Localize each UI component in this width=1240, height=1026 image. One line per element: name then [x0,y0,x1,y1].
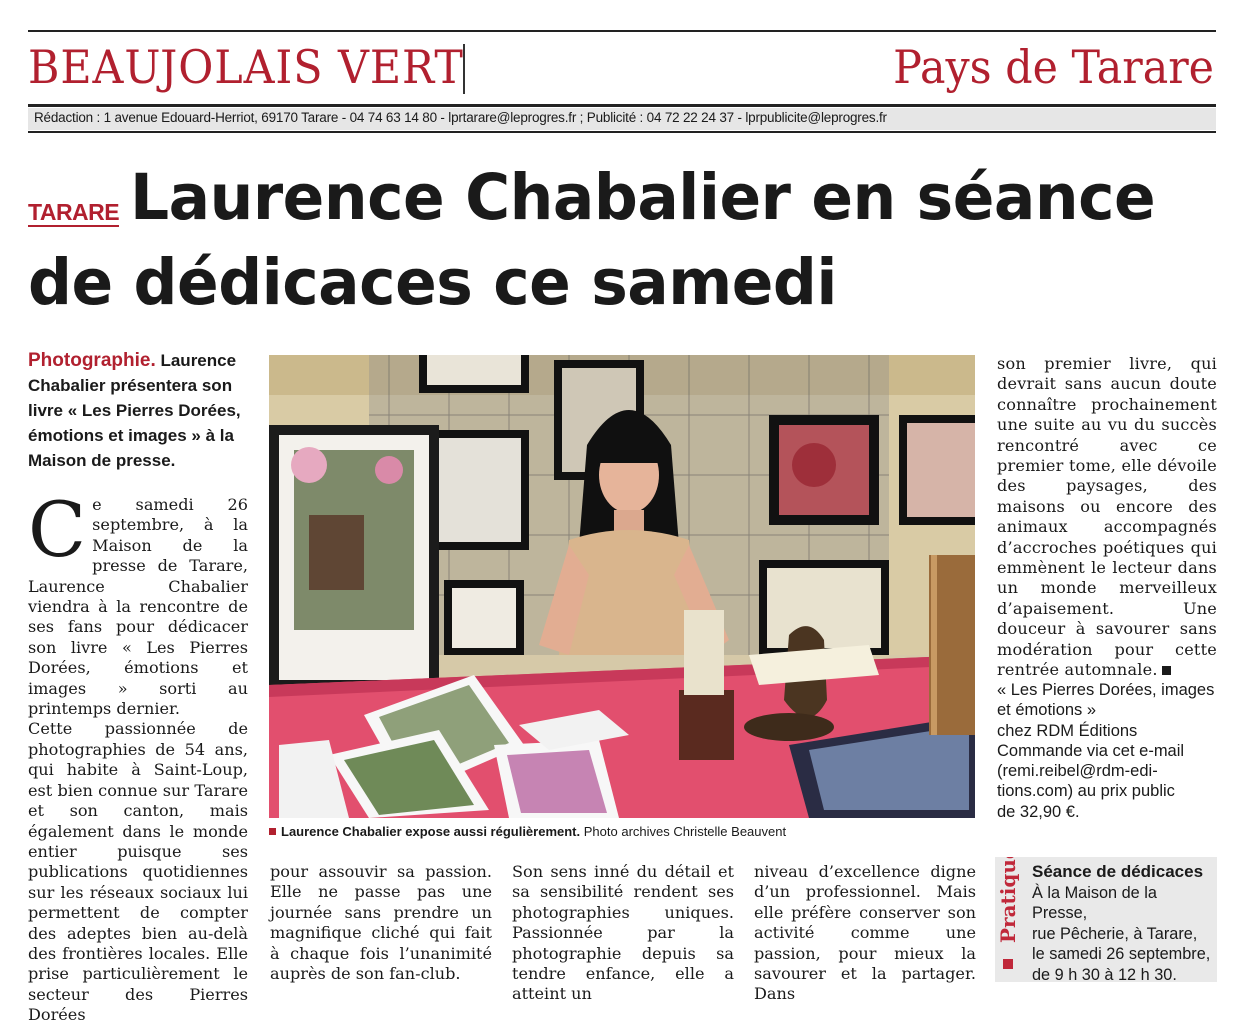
article-lead: Photographie. Laurence Chabalier présent… [28,348,243,473]
book-info-line: et émotions » [997,701,1097,720]
contact-rule [28,131,1216,133]
contact-line: Rédaction : 1 avenue Edouard-Herriot, 69… [34,110,887,125]
article-column-4: niveau d’excellence digne d’un professio… [754,862,976,1004]
practical-line: de 9 h 30 à 12 h 30. [1032,965,1177,984]
book-info: « Les Pierres Dorées, images et émotions… [997,680,1217,822]
practical-tab: Pratique [995,846,1023,982]
practical-line: À la Maison de la Presse, [1032,883,1157,923]
caption-credit: Photo archives Christelle Beauvent [583,824,787,839]
caption-bullet [269,828,276,835]
headline-line-2: de dédicaces ce samedi [28,246,837,319]
article-photo [269,355,975,818]
practical-title: Séance de dédicaces [1032,862,1204,881]
header-rule [28,104,1216,107]
practical-label: Pratique [996,857,1020,943]
photo-caption: Laurence Chabalier expose aussi régulièr… [269,824,786,839]
article-kicker: TARARE [28,199,120,227]
paragraph-5: son premier livre, qui devrait sans aucu… [997,354,1217,680]
practical-tab-graphic: Pratique [996,846,1020,969]
article-column-3: Son sens inné du détail et sa sensibilit… [512,862,734,1004]
drop-cap: C [28,485,87,574]
article-column-5: son premier livre, qui devrait sans aucu… [997,354,1217,681]
top-rule [28,30,1216,32]
article-column-2: pour assouvir sa passion. Elle ne passe … [270,862,492,984]
headline-line-1: Laurence Chabalier en séance [130,161,1156,234]
practical-line: rue Pêcherie, à Tarare, [1032,924,1198,943]
paragraph-2: Cette passionnée de photographies de 54 … [28,719,248,1025]
lead-kicker: Photographie. [28,350,156,371]
book-info-line: Commande via cet e-mail [997,741,1185,760]
practical-square-icon [1003,959,1013,969]
book-info-line: chez RDM Éditions [997,721,1138,740]
section-title-left: BEAUJOLAIS VERT [28,40,464,94]
book-info-line: (remi.reibel@rdm-edi- [997,762,1158,781]
book-info-line: tions.com) au prix public [997,782,1175,801]
section-divider [463,44,465,94]
end-mark-icon [1161,666,1171,676]
article-column-1: C e samedi 26 septembre, à la Maison de … [28,485,248,1026]
book-info-line: de 32,90 €. [997,802,1080,821]
practical-content: Séance de dédicaces À la Maison de la Pr… [1032,862,1216,985]
photo-illustration [269,355,975,818]
book-info-line: « Les Pierres Dorées, images [997,681,1215,699]
caption-main: Laurence Chabalier expose aussi régulièr… [281,824,581,839]
section-title-right: Pays de Tarare [893,40,1214,94]
practical-line: le samedi 26 septembre, [1032,945,1211,963]
